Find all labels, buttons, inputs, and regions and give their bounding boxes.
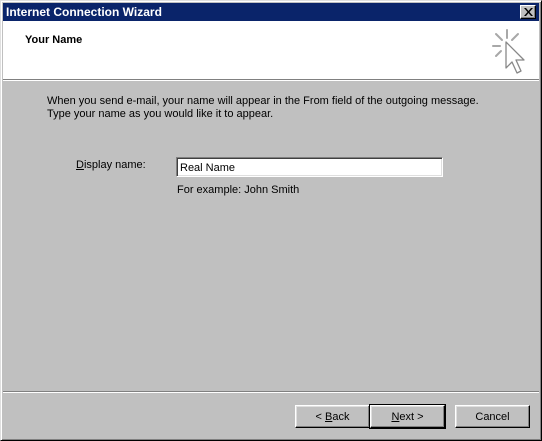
wizard-header: Your Name xyxy=(3,21,539,81)
display-name-label-accel: D xyxy=(76,159,84,171)
display-name-input[interactable] xyxy=(176,157,443,177)
cursor-sparkle-icon xyxy=(487,27,531,77)
instructions-line-1: When you send e-mail, your name will app… xyxy=(47,95,479,107)
back-button[interactable]: < Back xyxy=(295,405,370,428)
instructions-text: When you send e-mail, your name will app… xyxy=(47,95,517,121)
page-title: Your Name xyxy=(25,34,83,46)
close-icon xyxy=(524,8,533,16)
wizard-window: Internet Connection Wizard Your Name Whe… xyxy=(0,0,542,441)
display-name-label-rest: isplay name: xyxy=(83,159,146,171)
window-title: Internet Connection Wizard xyxy=(6,5,162,19)
back-button-rest: ack xyxy=(332,410,350,423)
title-bar[interactable]: Internet Connection Wizard xyxy=(3,3,539,21)
next-button-rest: ext > xyxy=(399,410,424,423)
instructions-line-2: Type your name as you would like it to a… xyxy=(47,108,274,120)
close-button[interactable] xyxy=(520,5,536,19)
back-button-prefix: < xyxy=(315,410,325,423)
header-divider xyxy=(3,79,539,81)
display-name-label: Display name: xyxy=(76,159,146,171)
example-hint: For example: John Smith xyxy=(177,184,300,196)
next-button[interactable]: Next > xyxy=(369,404,446,429)
footer-divider xyxy=(3,391,539,393)
cancel-button[interactable]: Cancel xyxy=(455,405,530,428)
